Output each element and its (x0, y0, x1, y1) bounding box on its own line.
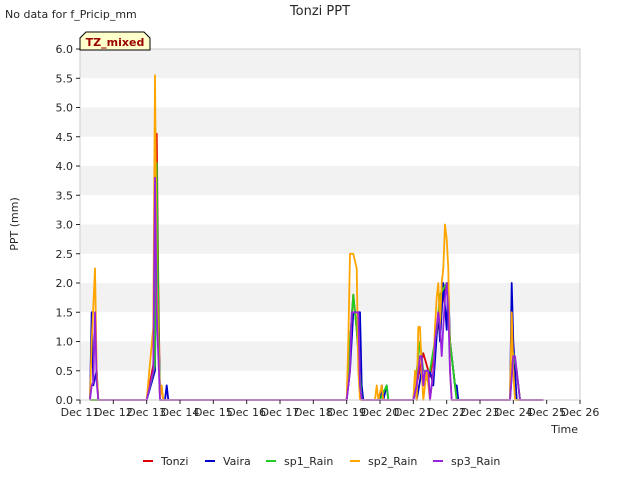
y-tick-label: 1.0 (56, 336, 74, 349)
chart: No data for f_Pricip_mm Tonzi PPT Dec 11… (5, 4, 600, 468)
y-tick-label: 3.5 (56, 189, 74, 202)
y-tick-label: 4.0 (56, 160, 74, 173)
legend-label: Tonzi (160, 455, 188, 468)
y-tick-label: 0.0 (56, 394, 74, 407)
legend-label: sp2_Rain (368, 455, 417, 468)
y-tick-label: 2.5 (56, 248, 74, 261)
legend-label: sp1_Rain (284, 455, 333, 468)
background-band (80, 370, 580, 400)
y-tick-label: 4.5 (56, 131, 74, 144)
y-tick-label: 5.5 (56, 72, 74, 85)
legend-label: sp3_Rain (451, 455, 500, 468)
y-tick-label: 5.0 (56, 102, 74, 115)
plot-area (79, 48, 581, 401)
x-tick-label: Dec 26 (561, 406, 600, 419)
chart-title: Tonzi PPT (289, 4, 350, 19)
tz-mixed-badge: TZ_mixed (79, 31, 151, 51)
y-tick-label: 1.5 (56, 306, 74, 319)
y-axis-label: PPT (mm) (8, 197, 21, 251)
y-tick-label: 0.5 (56, 365, 74, 378)
y-axis: 0.0 0.5 1.0 1.5 2.0 2.5 3.0 3.5 4.0 4.5 5.0 5.5 6.0 (56, 43, 80, 407)
badge-label: TZ_mixed (86, 36, 145, 49)
legend-label: Vaira (223, 455, 251, 468)
legend: Tonzi Vaira sp1_Rain sp2_Rain sp3_Rain (143, 455, 500, 468)
y-tick-label: 2.0 (56, 277, 74, 290)
x-axis: Dec 11Dec 12Dec 13Dec 14Dec 15Dec 16Dec … (61, 400, 600, 419)
background-band (80, 49, 580, 79)
no-data-note: No data for f_Pricip_mm (5, 8, 137, 21)
y-tick-label: 3.0 (56, 219, 74, 232)
y-tick-label: 6.0 (56, 43, 74, 56)
x-axis-label: Time (550, 423, 578, 436)
